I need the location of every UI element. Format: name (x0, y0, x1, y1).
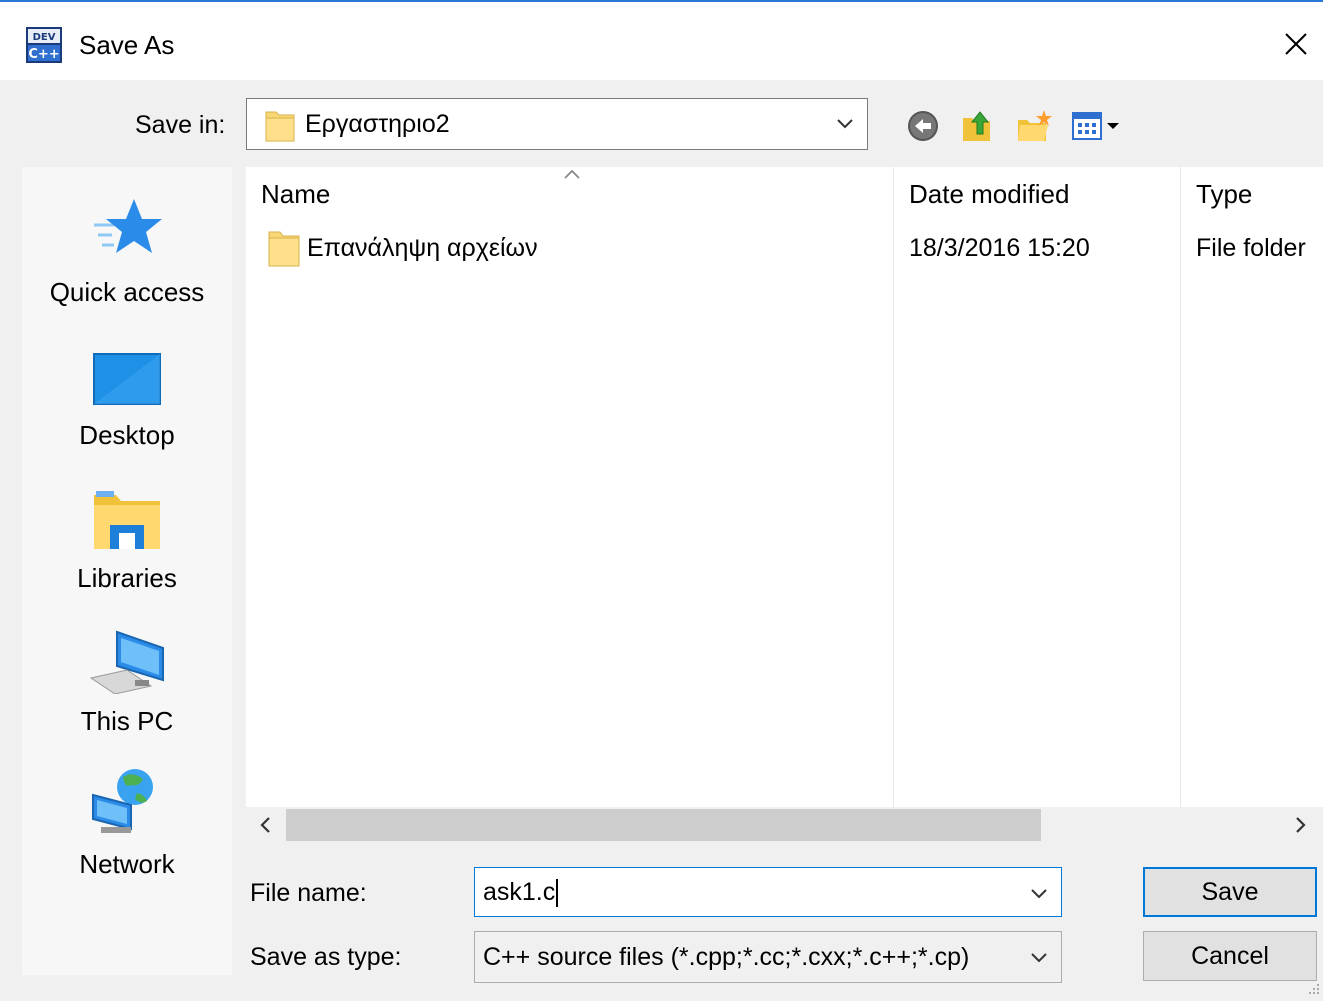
new-folder-icon[interactable] (1016, 108, 1052, 144)
save-as-type-value: C++ source files (*.cpp;*.cc;*.cxx;*.c++… (483, 943, 970, 971)
save-in-label: Save in: (135, 111, 226, 139)
file-row[interactable]: Επανάληψη αρχείων 18/3/2016 15:20 File f… (246, 227, 1323, 271)
horizontal-scrollbar[interactable] (246, 807, 1323, 843)
column-header-type[interactable]: Type (1196, 179, 1252, 210)
folder-icon (268, 229, 300, 274)
network-icon (22, 759, 232, 837)
place-this-pc[interactable]: This PC (22, 616, 232, 750)
save-as-type-label: Save as type: (250, 943, 402, 971)
file-name-field[interactable]: ask1.c (474, 867, 1062, 917)
devcpp-app-icon: DEV C++ (26, 27, 62, 63)
place-label: Network (79, 849, 175, 879)
window-title: Save As (79, 30, 175, 60)
places-bar: Quick access Desktop Libraries This PC N… (22, 167, 232, 975)
close-button[interactable] (1268, 16, 1323, 72)
this-pc-icon (22, 616, 232, 694)
scroll-left-icon[interactable] (250, 811, 280, 839)
folder-icon (265, 108, 295, 147)
place-desktop[interactable]: Desktop (22, 330, 232, 464)
place-label: Quick access (49, 277, 205, 307)
back-icon[interactable] (905, 108, 941, 144)
file-name-cell: Επανάληψη αρχείων (307, 234, 538, 262)
file-type-cell: File folder (1196, 234, 1306, 262)
place-label: This PC (80, 706, 174, 736)
chevron-down-icon[interactable] (1029, 883, 1049, 908)
save-in-value: Εργαστηριο2 (305, 110, 450, 138)
close-icon (1284, 33, 1307, 55)
place-quick-access[interactable]: Quick access (22, 187, 232, 321)
sort-ascending-icon (562, 167, 582, 185)
column-header-date[interactable]: Date modified (909, 179, 1069, 210)
file-date-cell: 18/3/2016 15:20 (909, 234, 1090, 262)
chevron-down-icon (835, 113, 855, 138)
text-caret (556, 879, 559, 908)
chevron-down-icon (1029, 947, 1049, 972)
save-in-dropdown[interactable]: Εργαστηριο2 (246, 98, 868, 150)
quick-access-star-icon (22, 187, 232, 265)
view-menu-icon[interactable] (1071, 108, 1131, 144)
svg-text:DEV: DEV (33, 32, 56, 43)
file-list[interactable]: Name Date modified Type Επανάληψη αρχείω… (246, 167, 1323, 807)
scrollbar-thumb[interactable] (286, 809, 1041, 841)
up-folder-icon[interactable] (960, 108, 996, 144)
place-network[interactable]: Network (22, 759, 232, 893)
libraries-icon (22, 473, 232, 551)
desktop-icon (22, 330, 232, 408)
save-as-type-dropdown[interactable]: C++ source files (*.cpp;*.cc;*.cxx;*.c++… (474, 931, 1062, 983)
scroll-right-icon[interactable] (1286, 811, 1316, 839)
svg-text:C++: C++ (28, 47, 59, 62)
file-name-label: File name: (250, 879, 367, 907)
place-label: Libraries (77, 563, 177, 593)
resize-grip-icon[interactable] (1307, 982, 1321, 996)
cancel-button[interactable]: Cancel (1143, 931, 1317, 981)
save-button[interactable]: Save (1143, 867, 1317, 917)
place-libraries[interactable]: Libraries (22, 473, 232, 607)
file-name-value: ask1.c (483, 878, 556, 906)
column-header-name[interactable]: Name (261, 179, 330, 210)
place-label: Desktop (79, 420, 175, 450)
title-bar: DEV C++ Save As (0, 2, 1323, 80)
